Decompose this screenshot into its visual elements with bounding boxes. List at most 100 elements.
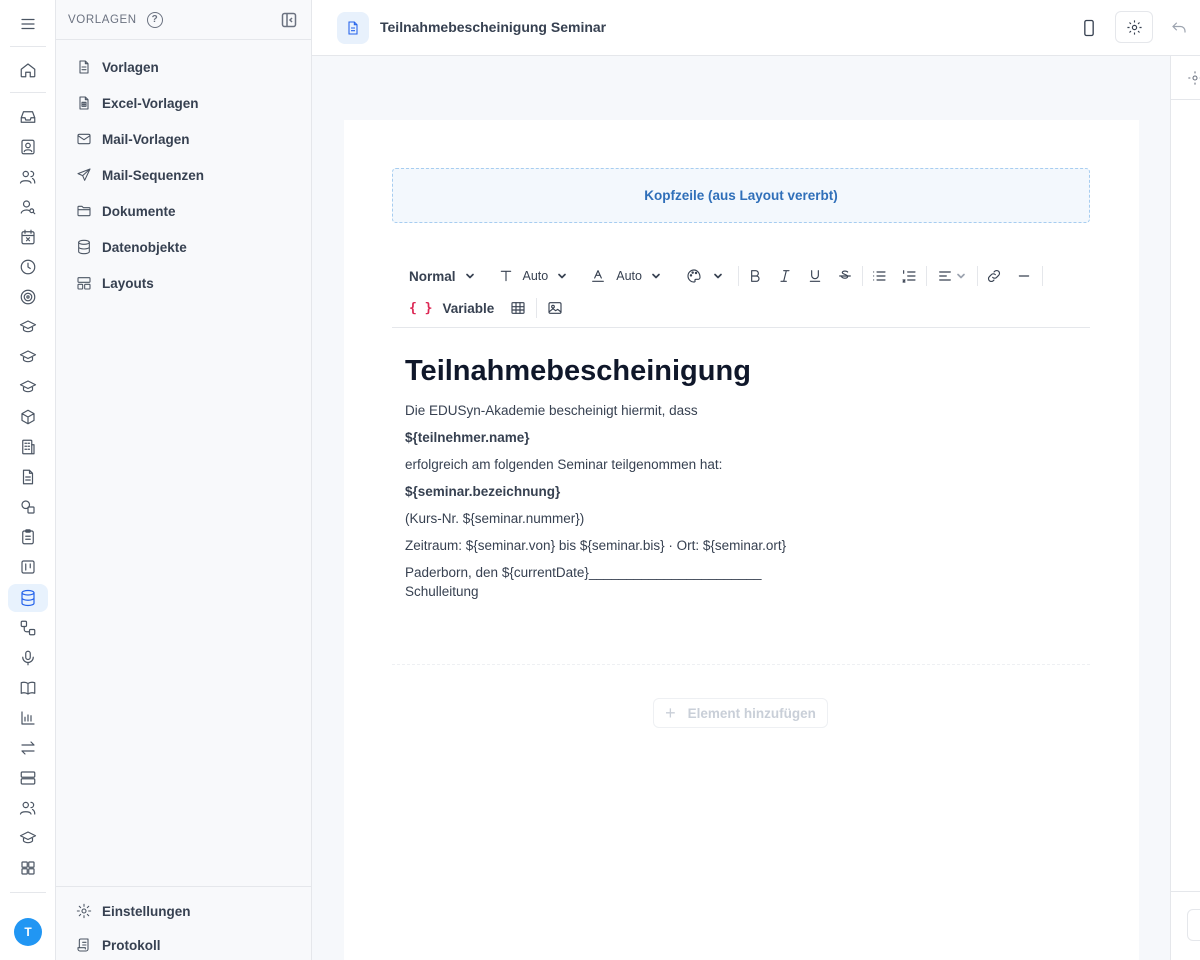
document-icon — [79, 60, 89, 74]
workflow-icon[interactable] — [8, 614, 48, 642]
align-left-icon — [939, 271, 951, 281]
server-icon[interactable] — [8, 764, 48, 792]
align-select[interactable] — [937, 268, 967, 284]
properties-panel-footer — [1171, 891, 1200, 960]
document-content[interactable]: Teilnahmebescheinigung Die EDUSyn-Akadem… — [405, 352, 1085, 599]
palette-icon — [687, 269, 701, 283]
collapse-sidebar-icon[interactable] — [281, 12, 297, 28]
insert-image-button[interactable] — [547, 300, 563, 316]
braces-icon: { } — [409, 300, 433, 316]
menu-icon[interactable] — [8, 10, 48, 38]
kanban-icon[interactable] — [8, 553, 48, 581]
mobile-preview-icon[interactable] — [1079, 18, 1099, 43]
document-icon[interactable] — [8, 463, 48, 491]
database-icon[interactable] — [8, 584, 48, 612]
layout-icon — [77, 277, 91, 290]
microphone-icon[interactable] — [8, 644, 48, 672]
graduation-cap-icon[interactable] — [8, 343, 48, 371]
inherited-header-zone[interactable]: Kopfzeile (aus Layout vererbt) — [392, 168, 1090, 223]
italic-button[interactable] — [777, 268, 793, 284]
add-element-label: Element hinzufügen — [687, 705, 816, 721]
users-icon[interactable] — [8, 163, 48, 191]
sidebar-nav: Vorlagen Excel-Vorlagen Mail-Vorlagen Ma… — [56, 49, 311, 301]
gear-icon — [1126, 19, 1142, 35]
building-icon[interactable] — [8, 433, 48, 461]
sidebar-item-datenobjekte[interactable]: Datenobjekte — [56, 229, 311, 265]
home-icon[interactable] — [8, 56, 48, 84]
insert-table-button[interactable] — [510, 300, 526, 316]
target-icon[interactable] — [8, 283, 48, 311]
calendar-x-icon[interactable] — [8, 223, 48, 251]
sidebar-item-vorlagen[interactable]: Vorlagen — [56, 49, 311, 85]
variable-seminar-bezeichnung: ${seminar.bezeichnung} — [405, 484, 561, 499]
graduation-cap-icon[interactable] — [8, 313, 48, 341]
sidebar-item-excel-vorlagen[interactable]: Excel-Vorlagen — [56, 85, 311, 121]
section-divider — [392, 664, 1090, 665]
package-icon[interactable] — [8, 403, 48, 431]
team-icon[interactable] — [8, 794, 48, 822]
contact-card-icon[interactable] — [8, 133, 48, 161]
bold-button[interactable] — [747, 268, 763, 284]
clipboard-icon[interactable] — [8, 523, 48, 551]
chevron-down-icon — [714, 273, 722, 279]
toolbar-divider — [976, 266, 978, 286]
chevron-down-icon — [558, 273, 567, 279]
avatar[interactable]: T — [14, 918, 42, 946]
sidebar-item-label: Datenobjekte — [102, 239, 187, 255]
block-type-select[interactable]: Normal — [409, 269, 476, 284]
clock-icon[interactable] — [8, 253, 48, 281]
variable-teilnehmer-name: ${teilnehmer.name} — [405, 430, 530, 445]
graduation-cap-icon[interactable] — [8, 824, 48, 852]
sidebar-item-mail-vorlagen[interactable]: Mail-Vorlagen — [56, 121, 311, 157]
sidebar-item-label: Protokoll — [102, 937, 161, 953]
numbered-list-icon — [902, 270, 916, 283]
grid-icon[interactable] — [8, 854, 48, 882]
link-icon — [987, 269, 1000, 283]
gear-icon[interactable] — [1187, 70, 1200, 86]
document-canvas: Kopfzeile (aus Layout vererbt) Normal Au… — [344, 120, 1139, 960]
editor-topbar: Teilnahmebescheinigung Seminar — [312, 0, 1200, 56]
sidebar-item-einstellungen[interactable]: Einstellungen — [56, 894, 311, 928]
settings-button[interactable] — [1115, 11, 1153, 43]
numbered-list-button[interactable] — [901, 268, 917, 284]
help-icon[interactable]: ? — [146, 11, 163, 28]
document-heading: Teilnahmebescheinigung — [405, 355, 751, 387]
underline-button[interactable] — [807, 268, 823, 284]
bullet-list-button[interactable] — [871, 268, 887, 284]
sidebar-item-mail-sequenzen[interactable]: Mail-Sequenzen — [56, 157, 311, 193]
insert-variable-button[interactable]: { } Variable — [409, 301, 494, 316]
bullet-list-icon — [873, 271, 886, 281]
properties-panel-header — [1171, 56, 1200, 100]
font-size-select[interactable]: Auto — [498, 268, 569, 284]
sidebar-item-label: Mail-Vorlagen — [102, 131, 190, 147]
inbox-icon[interactable] — [8, 103, 48, 131]
folder-icon — [77, 205, 91, 217]
document-title[interactable]: Teilnahmebescheinigung Seminar — [380, 19, 606, 35]
sidebar-item-layouts[interactable]: Layouts — [56, 265, 311, 301]
text-color-icon — [592, 270, 605, 282]
strikethrough-button[interactable] — [837, 268, 853, 284]
panel-button[interactable] — [1187, 909, 1200, 941]
link-button[interactable] — [986, 268, 1002, 284]
horizontal-rule-button[interactable] — [1016, 268, 1032, 284]
toolbar-divider — [737, 266, 739, 286]
undo-icon[interactable] — [1170, 19, 1188, 42]
background-color-select[interactable] — [686, 268, 724, 284]
text-color-select[interactable]: Auto — [590, 268, 662, 284]
add-element-button[interactable]: + Element hinzufügen — [653, 698, 828, 728]
bar-chart-icon[interactable] — [8, 704, 48, 732]
text-line: Paderborn, den ${currentDate}___________… — [405, 565, 762, 580]
user-search-icon[interactable] — [8, 193, 48, 221]
transfer-icon[interactable] — [8, 734, 48, 762]
shapes-icon[interactable] — [8, 493, 48, 521]
sidebar-item-dokumente[interactable]: Dokumente — [56, 193, 311, 229]
spreadsheet-icon — [79, 96, 89, 110]
text-line: (Kurs-Nr. ${seminar.nummer}) — [405, 511, 585, 526]
horizontal-rule-icon — [1018, 275, 1030, 277]
graduation-cap-icon[interactable] — [8, 373, 48, 401]
image-icon — [548, 302, 562, 314]
book-icon[interactable] — [8, 674, 48, 702]
send-icon — [77, 168, 91, 181]
sidebar-item-protokoll[interactable]: Protokoll — [56, 928, 311, 960]
italic-icon — [780, 270, 790, 282]
